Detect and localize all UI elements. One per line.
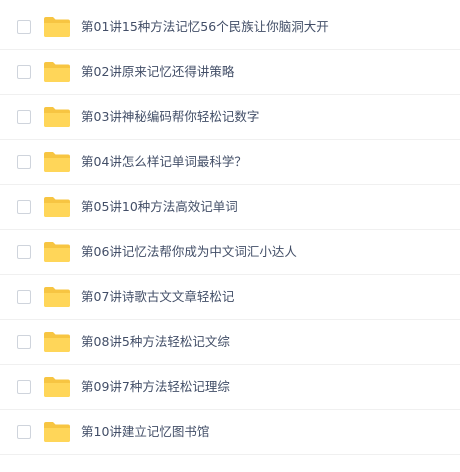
file-list: 第01讲15种方法记忆56个民族让你脑洞大开 第02讲原来记忆还得讲策略 第03… <box>0 0 460 472</box>
folder-name[interactable]: 第09讲7种方法轻松记理综 <box>81 379 230 395</box>
row-checkbox[interactable] <box>17 335 31 349</box>
folder-name[interactable]: 第04讲怎么样记单词最科学？ <box>81 154 247 170</box>
folder-name[interactable]: 第01讲15种方法记忆56个民族让你脑洞大开 <box>81 19 329 35</box>
file-row[interactable]: 第04讲怎么样记单词最科学？ <box>0 140 460 185</box>
folder-icon <box>43 151 71 173</box>
row-checkbox[interactable] <box>17 200 31 214</box>
file-row[interactable]: 第03讲神秘编码帮你轻松记数字 <box>0 95 460 140</box>
row-checkbox[interactable] <box>17 65 31 79</box>
file-row[interactable]: 第05讲10种方法高效记单词 <box>0 185 460 230</box>
folder-name[interactable]: 第10讲建立记忆图书馆 <box>81 424 209 440</box>
folder-icon <box>43 61 71 83</box>
folder-icon <box>43 196 71 218</box>
file-row[interactable]: 第09讲7种方法轻松记理综 <box>0 365 460 410</box>
folder-name[interactable]: 第07讲诗歌古文文章轻松记 <box>81 289 234 305</box>
row-checkbox[interactable] <box>17 155 31 169</box>
folder-name[interactable]: 第03讲神秘编码帮你轻松记数字 <box>81 109 259 125</box>
file-row[interactable]: 第08讲5种方法轻松记文综 <box>0 320 460 365</box>
folder-icon <box>43 16 71 38</box>
file-row[interactable]: 第02讲原来记忆还得讲策略 <box>0 50 460 95</box>
file-row[interactable]: 第01讲15种方法记忆56个民族让你脑洞大开 <box>0 5 460 50</box>
row-checkbox[interactable] <box>17 425 31 439</box>
file-row[interactable]: 第06讲记忆法帮你成为中文词汇小达人 <box>0 230 460 275</box>
folder-name[interactable]: 第08讲5种方法轻松记文综 <box>81 334 230 350</box>
folder-icon <box>43 106 71 128</box>
folder-name[interactable]: 第06讲记忆法帮你成为中文词汇小达人 <box>81 244 297 260</box>
folder-name[interactable]: 第02讲原来记忆还得讲策略 <box>81 64 234 80</box>
folder-icon <box>43 286 71 308</box>
row-checkbox[interactable] <box>17 290 31 304</box>
row-checkbox[interactable] <box>17 245 31 259</box>
folder-icon <box>43 331 71 353</box>
folder-icon <box>43 376 71 398</box>
row-checkbox[interactable] <box>17 20 31 34</box>
folder-icon <box>43 421 71 443</box>
file-row[interactable]: 第07讲诗歌古文文章轻松记 <box>0 275 460 320</box>
folder-icon <box>43 241 71 263</box>
row-checkbox[interactable] <box>17 380 31 394</box>
file-row[interactable]: 第10讲建立记忆图书馆 <box>0 410 460 455</box>
row-checkbox[interactable] <box>17 110 31 124</box>
folder-name[interactable]: 第05讲10种方法高效记单词 <box>81 199 238 215</box>
